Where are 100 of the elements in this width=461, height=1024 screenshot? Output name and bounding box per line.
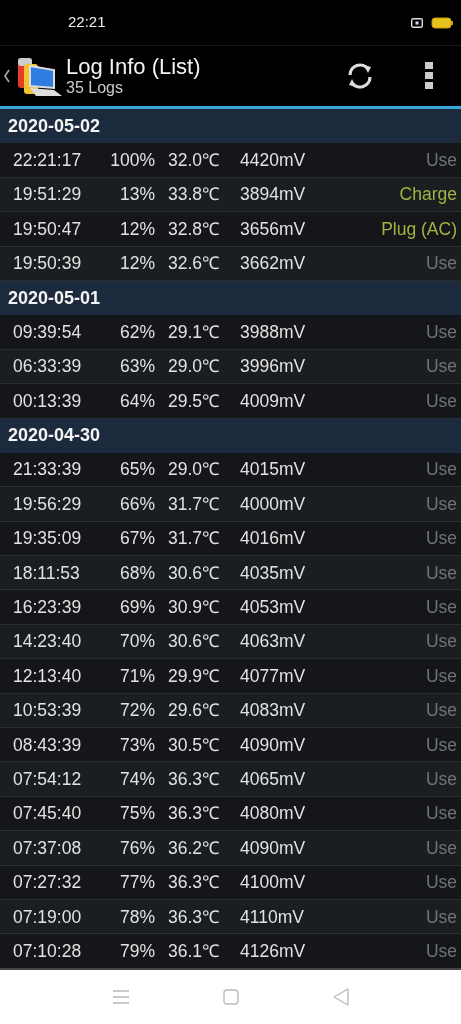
log-row[interactable]: 08:43:39 73% 30.5℃ 4090mV Use (0, 728, 461, 763)
log-row[interactable]: 06:33:39 63% 29.0℃ 3996mV Use (0, 349, 461, 385)
event-text: Use (425, 252, 457, 276)
log-row[interactable]: 07:27:32 77% 36.3℃ 4100mV Use (0, 865, 461, 900)
time-text: 19:50:39 (13, 252, 83, 276)
back-icon[interactable] (4, 69, 10, 83)
voltage-text: 4065mV (240, 768, 306, 791)
event-text: Use (425, 664, 457, 688)
log-row[interactable]: 16:23:39 69% 30.9℃ 4053mV Use (0, 590, 461, 625)
log-row[interactable]: 19:50:39 12% 32.6℃ 3662mV Use (0, 246, 461, 281)
refresh-icon[interactable] (345, 61, 375, 91)
temperature-text: 29.1℃ (168, 320, 221, 344)
percent-text: 75% (118, 802, 155, 826)
percent-text: 77% (118, 871, 155, 895)
battery-icon (431, 16, 453, 29)
temperature-text: 36.3℃ (168, 871, 221, 895)
voltage-text: 4083mV (240, 699, 306, 723)
event-text: Use (425, 561, 457, 585)
event-text: Use (425, 939, 457, 963)
event-text: Use (425, 699, 457, 723)
percent-text: 79% (118, 939, 155, 963)
temperature-text: 36.3℃ (168, 905, 221, 929)
voltage-text: 4126mV (240, 939, 306, 963)
log-row[interactable]: 07:10:28 79% 36.1℃ 4126mV Use (0, 934, 461, 969)
percent-text: 76% (118, 836, 155, 860)
percent-text: 70% (118, 630, 155, 654)
percent-text: 100% (109, 148, 155, 172)
log-row[interactable]: 07:54:12 74% 36.3℃ 4065mV Use (0, 762, 461, 797)
voltage-text: 3996mV (240, 355, 306, 379)
voltage-text: 3656mV (240, 217, 306, 241)
event-text: Use (425, 768, 457, 791)
time-text: 21:33:39 (13, 458, 83, 482)
time-text: 07:37:08 (13, 836, 83, 860)
log-count: 35 Logs (66, 79, 124, 97)
event-text: Use (425, 527, 457, 551)
log-row[interactable]: 07:19:00 78% 36.3℃ 4110mV Use (0, 900, 461, 935)
log-row[interactable]: 19:50:47 12% 32.8℃ 3656mV Plug (AC) (0, 212, 461, 247)
log-row[interactable]: 00:13:39 64% 29.5℃ 4009mV Use (0, 384, 461, 419)
event-text: Use (425, 630, 457, 654)
event-text: Use (425, 389, 457, 413)
log-row[interactable]: 07:45:40 75% 36.3℃ 4080mV Use (0, 796, 461, 832)
log-row[interactable]: 21:33:39 65% 29.0℃ 4015mV Use (0, 452, 461, 488)
date-header: 2020-05-01 (0, 280, 461, 316)
time-text: 07:19:00 (13, 905, 83, 929)
percent-text: 65% (118, 458, 155, 482)
voltage-text: 3894mV (240, 183, 306, 207)
log-row[interactable]: 19:51:29 13% 33.8℃ 3894mV Charge (0, 177, 461, 213)
time-text: 09:39:54 (13, 320, 83, 344)
log-row[interactable]: 14:23:40 70% 30.6℃ 4063mV Use (0, 624, 461, 660)
temperature-text: 30.6℃ (168, 630, 221, 654)
temperature-text: 36.3℃ (168, 802, 221, 826)
voltage-text: 4063mV (240, 630, 306, 654)
time-text: 19:56:29 (13, 492, 83, 516)
percent-text: 12% (118, 217, 155, 241)
event-text: Use (425, 905, 457, 929)
percent-text: 64% (118, 389, 155, 413)
temperature-text: 29.0℃ (168, 458, 221, 482)
voltage-text: 4090mV (240, 733, 306, 757)
time-text: 14:23:40 (13, 630, 83, 654)
time-text: 10:53:39 (13, 699, 83, 723)
app-title: Log Info (List) (66, 55, 201, 79)
percent-text: 13% (118, 183, 155, 207)
temperature-text: 30.5℃ (168, 733, 221, 757)
temperature-text: 32.0℃ (168, 148, 221, 172)
event-text: Use (425, 148, 457, 172)
temperature-text: 30.6℃ (168, 561, 221, 585)
time-text: 07:54:12 (13, 768, 83, 791)
percent-text: 62% (118, 320, 155, 344)
date-header: 2020-04-30 (0, 418, 461, 453)
percent-text: 78% (118, 905, 155, 929)
event-text: Use (425, 355, 457, 379)
temperature-text: 31.7℃ (168, 492, 221, 516)
voltage-text: 4090mV (240, 836, 306, 860)
log-row[interactable]: 09:39:54 62% 29.1℃ 3988mV Use (0, 315, 461, 350)
log-row[interactable]: 18:11:53 68% 30.6℃ 4035mV Use (0, 556, 461, 591)
time-text: 19:50:47 (13, 217, 83, 241)
event-text: Use (425, 836, 457, 860)
temperature-text: 30.9℃ (168, 596, 221, 620)
menu-icon[interactable] (425, 62, 433, 90)
voltage-text: 4100mV (240, 871, 306, 895)
percent-text: 68% (118, 561, 155, 585)
event-text: Use (425, 802, 457, 826)
temperature-text: 36.1℃ (168, 939, 221, 963)
percent-text: 67% (118, 527, 155, 551)
log-row[interactable]: 19:56:29 66% 31.7℃ 4000mV Use (0, 487, 461, 522)
time-text: 16:23:39 (13, 596, 83, 620)
time-text: 18:11:53 (13, 561, 81, 585)
event-text: Use (425, 871, 457, 895)
percent-text: 73% (118, 733, 155, 757)
log-row[interactable]: 22:21:17 100% 32.0℃ 4420mV Use (0, 143, 461, 178)
log-row[interactable]: 19:35:09 67% 31.7℃ 4016mV Use (0, 521, 461, 557)
event-text: Use (425, 320, 457, 344)
temperature-text: 29.9℃ (168, 664, 221, 688)
log-row[interactable]: 10:53:39 72% 29.6℃ 4083mV Use (0, 693, 461, 729)
log-row[interactable]: 12:13:40 71% 29.9℃ 4077mV Use (0, 659, 461, 694)
temperature-text: 29.0℃ (168, 355, 221, 379)
time-text: 07:27:32 (13, 871, 83, 895)
time-text: 12:13:40 (13, 664, 83, 688)
percent-text: 74% (118, 768, 155, 791)
log-row[interactable]: 07:37:08 76% 36.2℃ 4090mV Use (0, 831, 461, 866)
